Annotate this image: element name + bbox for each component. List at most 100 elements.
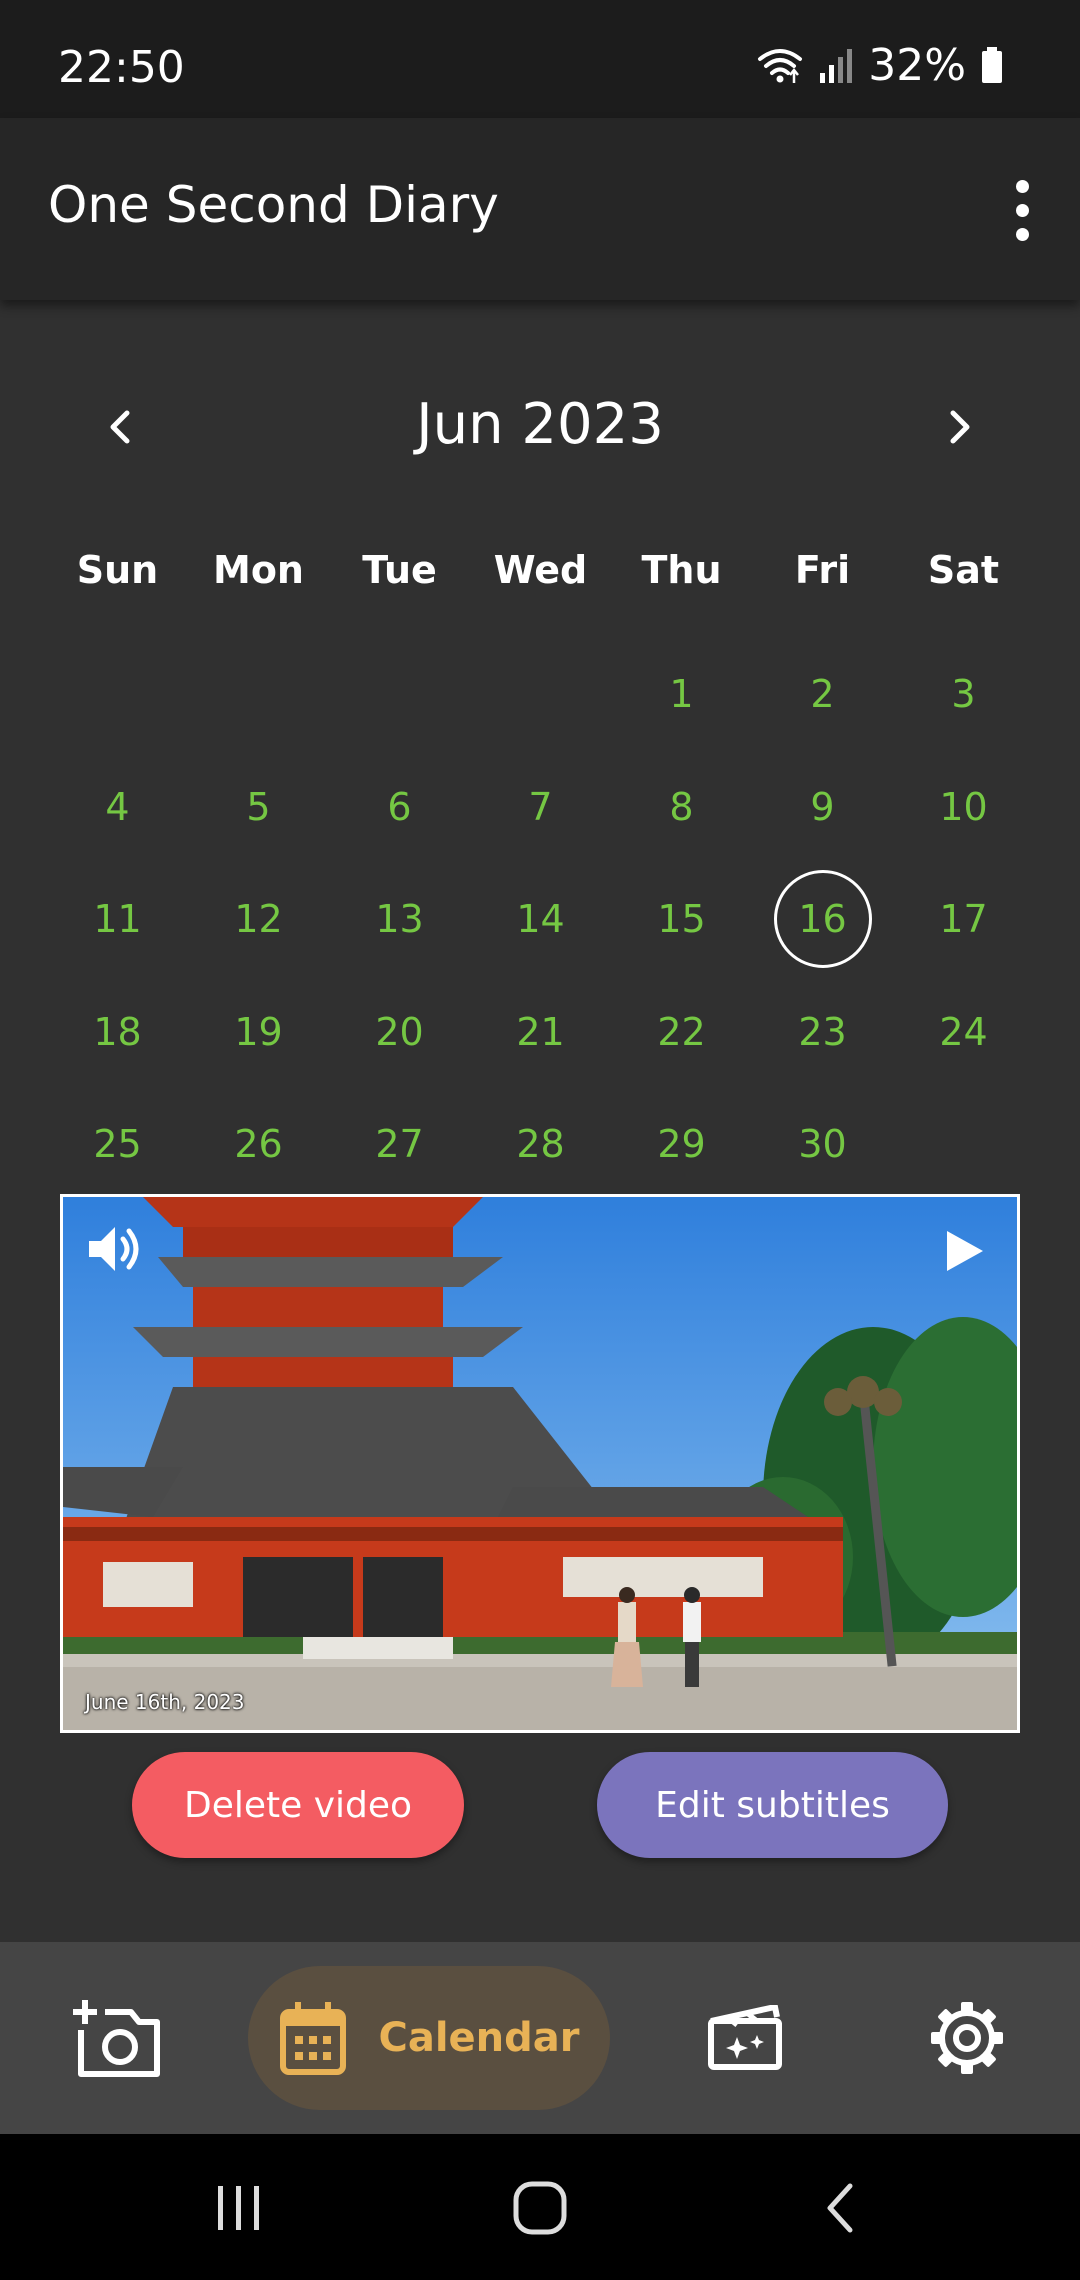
calendar-day-number: 3 [951,672,976,717]
month-label: Jun 2023 [416,392,664,457]
recents-icon [218,2186,259,2230]
weekday-label: Sun [76,548,159,592]
calendar-day-number: 29 [657,1122,706,1167]
status-icons: 32% [756,40,1004,91]
weekday-label: Sat [927,548,1000,592]
signal-icon [820,49,853,83]
weekday-label: Thu [641,548,722,592]
calendar-day[interactable]: 21 [470,976,611,1089]
weekday-label: Wed [493,548,588,592]
calendar-day[interactable]: 1 [611,638,752,751]
calendar-day[interactable]: 9 [752,751,893,864]
settings-gear-icon [931,2002,1003,2074]
calendar-day[interactable]: 14 [470,863,611,976]
calendar-day-number: 2 [810,672,835,717]
calendar-day-number: 27 [375,1122,424,1167]
nav-calendar-active-pill: Calendar [248,1966,610,2110]
calendar-day[interactable]: 6 [329,751,470,864]
calendar-day[interactable]: 4 [47,751,188,864]
calendar-day[interactable]: 28 [470,1088,611,1201]
nav-create-movie[interactable] [700,1942,790,2134]
calendar-day[interactable]: 24 [893,976,1034,1089]
calendar-day[interactable]: 12 [188,863,329,976]
calendar-day[interactable]: 15 [611,863,752,976]
back-button[interactable] [802,2168,882,2248]
calendar-day-number: 30 [798,1122,847,1167]
next-month-button[interactable] [924,392,994,462]
volume-up-icon [89,1227,139,1271]
temple-photo [63,1197,1017,1730]
calendar-day-number: 26 [234,1122,283,1167]
weekday-label: Fri [794,548,851,592]
calendar-day-number: 24 [939,1009,988,1054]
play-icon [947,1231,983,1271]
calendar-day[interactable]: 2 [752,638,893,751]
calendar-day[interactable]: 10 [893,751,1034,864]
calendar-day-number: 23 [798,1009,847,1054]
play-button[interactable] [935,1223,991,1279]
calendar-day[interactable]: 11 [47,863,188,976]
recents-button[interactable] [198,2168,278,2248]
edit-subtitles-button[interactable]: Edit subtitles [597,1752,948,1858]
calendar-day[interactable]: 30 [752,1088,893,1201]
calendar-day-number: 10 [939,784,988,829]
calendar-day[interactable]: 18 [47,976,188,1089]
calendar-day-number: 21 [516,1009,565,1054]
calendar-day-number: 7 [528,784,553,829]
calendar-day[interactable]: 22 [611,976,752,1089]
empty-day-cell [188,638,329,751]
calendar-day[interactable]: 7 [470,751,611,864]
weekday-label: Mon [213,548,304,592]
app-bar: One Second Diary [0,118,1080,300]
calendar-day-number: 14 [516,897,565,942]
calendar-day[interactable]: 17 [893,863,1034,976]
nav-calendar[interactable]: Calendar [248,1942,610,2134]
calendar-day-number: 17 [939,897,988,942]
more-vert-icon [1015,179,1029,193]
calendar-day[interactable]: 23 [752,976,893,1089]
system-navigation-bar [0,2134,1080,2280]
app-title: One Second Diary [48,176,499,234]
calendar-day-selected[interactable]: 16 [752,863,893,976]
calendar-day-number: 5 [246,784,271,829]
empty-day-cell [329,638,470,751]
calendar-day[interactable]: 3 [893,638,1034,751]
calendar-day[interactable]: 8 [611,751,752,864]
calendar-day[interactable]: 20 [329,976,470,1089]
home-icon [513,2181,567,2235]
nav-settings[interactable] [922,1942,1012,2134]
calendar-day-number: 25 [93,1122,142,1167]
calendar-day[interactable]: 5 [188,751,329,864]
add-camera-icon [73,2000,160,2077]
home-button[interactable] [500,2168,580,2248]
calendar-day[interactable]: 25 [47,1088,188,1201]
bottom-navigation: Calendar [0,1942,1080,2134]
status-time: 22:50 [58,42,185,93]
volume-button[interactable] [83,1217,147,1281]
calendar-day[interactable]: 29 [611,1088,752,1201]
calendar-day[interactable]: 26 [188,1088,329,1201]
calendar-day-number: 20 [375,1009,424,1054]
calendar-day-number: 19 [234,1009,283,1054]
back-icon [827,2183,853,2233]
calendar-day-number: 6 [387,784,412,829]
weekday-header: Sun Mon Tue Wed Thu Fri Sat [47,530,1034,610]
calendar-day-number: 16 [773,870,872,969]
delete-video-button[interactable]: Delete video [132,1752,464,1858]
status-bar: 22:50 32% [0,0,1080,118]
calendar-day-number: 22 [657,1009,706,1054]
more-options-button[interactable] [990,168,1054,252]
days-grid: 1 2 3 4 5 6 7 8 9 10 11 12 13 14 15 16 17 18 19 20 21 22 23 24 2… [47,638,1034,1201]
calendar-day[interactable]: 13 [329,863,470,976]
video-preview[interactable]: June 16th, 2023 [60,1194,1020,1733]
calendar-icon [280,2002,347,2075]
calendar-day-number: 11 [93,897,142,942]
calendar-day-number: 18 [93,1009,142,1054]
calendar-day-number: 4 [105,784,130,829]
month-navigation: Jun 2023 [0,372,1080,472]
calendar-day-number: 12 [234,897,283,942]
calendar-day[interactable]: 27 [329,1088,470,1201]
nav-add-video[interactable] [66,1942,166,2134]
calendar-day-number: 1 [669,672,694,717]
calendar-day[interactable]: 19 [188,976,329,1089]
